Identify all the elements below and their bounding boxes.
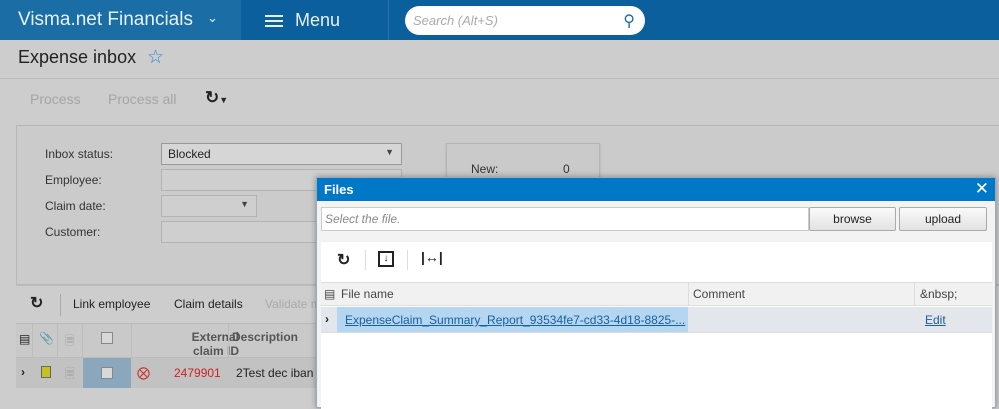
link-employee-button[interactable]: Link employee xyxy=(73,297,150,311)
refresh-icon[interactable]: ↻ xyxy=(30,293,43,313)
row-checkbox[interactable] xyxy=(101,367,113,379)
files-grid: ▤ File name Comment &nbsp; › ExpenseClai… xyxy=(321,282,992,409)
fit-columns-icon[interactable]: |↔| xyxy=(421,249,443,265)
close-icon[interactable]: ✕ xyxy=(975,179,989,199)
brand-switcher[interactable]: Visma.net Financials ⌄ xyxy=(0,0,241,40)
error-icon: ⨂ xyxy=(137,365,150,380)
inbox-status-value: Blocked xyxy=(168,147,211,161)
search-placeholder: Search (Alt+S) xyxy=(413,13,498,28)
header-line: claim ID xyxy=(192,344,239,358)
validate-button[interactable]: Validate m xyxy=(265,297,321,311)
claim-details-button[interactable]: Claim details xyxy=(174,297,243,311)
menu-button[interactable]: Menu xyxy=(241,0,389,40)
description: 2Test dec iban xyxy=(236,366,314,380)
page-title: Expense inbox xyxy=(18,47,137,67)
hamburger-icon xyxy=(265,12,283,30)
column-description[interactable]: Description xyxy=(232,330,298,344)
brand-name: Visma.net Financials xyxy=(18,9,193,30)
file-placeholder: Select the file. xyxy=(325,212,401,226)
search-input[interactable]: Search (Alt+S) ⚲ xyxy=(405,6,645,35)
files-grid-header: ▤ File name Comment &nbsp; xyxy=(321,283,992,306)
search-icon[interactable]: ⚲ xyxy=(623,11,635,31)
new-label: New: xyxy=(471,162,499,176)
grid-header: ▤ 📎 🗏 External claim ID Description xyxy=(16,323,326,359)
files-dialog: Files ✕ Select the file. browse upload ↻… xyxy=(316,177,996,409)
column-chooser-icon[interactable]: ▤ xyxy=(324,287,335,301)
dialog-title: Files xyxy=(317,178,995,201)
row-expand-icon[interactable]: › xyxy=(21,365,25,379)
column-file-name[interactable]: File name xyxy=(341,287,394,301)
inbox-status-label: Inbox status: xyxy=(45,147,114,161)
file-row[interactable]: › ExpenseClaim_Summary_Report_93534fe7-c… xyxy=(321,307,992,333)
separator xyxy=(60,294,61,316)
table-row[interactable]: › 🗏 ⨂ 2479901 2Test dec iban xyxy=(16,358,326,388)
customer-label: Customer: xyxy=(45,225,101,239)
file-select-input[interactable]: Select the file. xyxy=(321,207,809,231)
dialog-toolbar: ↻ ↓ |↔| xyxy=(321,242,992,282)
dropdown-arrow-icon: ▼ xyxy=(240,199,249,209)
column-comment[interactable]: Comment xyxy=(693,287,745,301)
chevron-down-icon: ⌄ xyxy=(207,10,218,25)
refresh-icon[interactable]: ↻ xyxy=(337,250,350,270)
external-claim-id: 2479901 xyxy=(174,366,221,380)
claim-date-label: Claim date: xyxy=(45,199,106,213)
claim-date-input[interactable]: ▼ xyxy=(161,195,257,217)
browse-button[interactable]: browse xyxy=(809,207,896,231)
column-external-claim-id[interactable]: External claim ID xyxy=(176,330,239,358)
menu-label: Menu xyxy=(295,10,341,30)
file-name-link[interactable]: ExpenseClaim_Summary_Report_93534fe7-cd3… xyxy=(345,313,685,327)
download-icon[interactable]: ↓ xyxy=(378,251,394,267)
schedule-refresh-icon[interactable]: ↻▼ xyxy=(205,88,228,108)
attachment-file-icon[interactable] xyxy=(41,366,51,378)
attachment-icon: 📎 xyxy=(39,331,54,345)
row-expand-icon[interactable]: › xyxy=(325,312,329,326)
upload-button[interactable]: upload xyxy=(899,207,987,231)
divider xyxy=(0,78,999,79)
employee-label: Employee: xyxy=(45,173,102,187)
select-all-checkbox[interactable] xyxy=(101,332,113,344)
note-icon[interactable]: 🗏 xyxy=(65,365,75,386)
new-count: 0 xyxy=(563,162,570,176)
column-extra[interactable]: &nbsp; xyxy=(920,287,957,301)
note-icon: 🗏 xyxy=(65,334,75,348)
process-button[interactable]: Process xyxy=(30,91,81,107)
inbox-status-select[interactable]: Blocked ▼ xyxy=(161,143,402,165)
column-chooser-icon[interactable]: ▤ xyxy=(19,332,30,346)
process-all-button[interactable]: Process all xyxy=(108,91,176,107)
favorite-star-icon[interactable]: ☆ xyxy=(147,46,164,69)
dropdown-arrow-icon: ▼ xyxy=(385,147,394,157)
edit-link[interactable]: Edit xyxy=(925,313,946,327)
